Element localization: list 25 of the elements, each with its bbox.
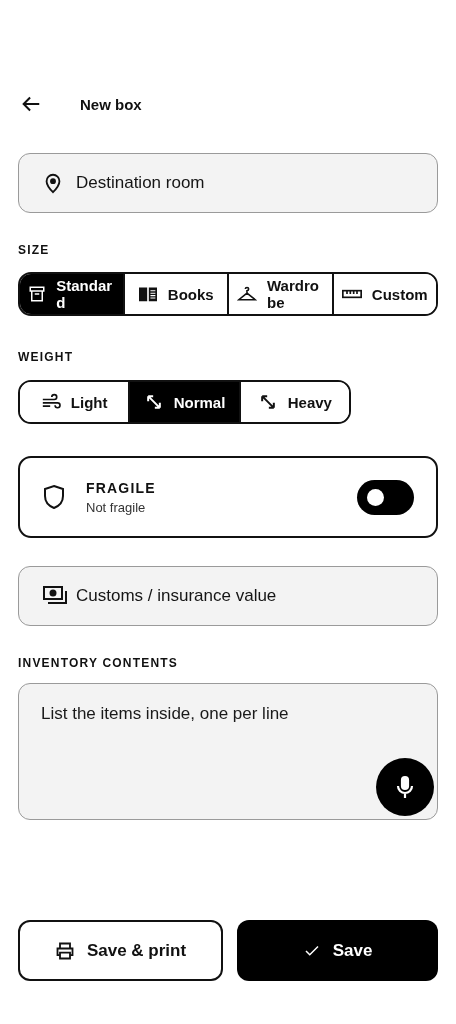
printer-icon [54,940,75,961]
wind-icon [40,393,61,411]
fragile-title: FRAGILE [86,479,157,496]
save-print-button[interactable]: Save & print [18,920,223,981]
section-label: SIZE [18,243,50,257]
section-label: INVENTORY CONTENTS [18,656,179,670]
hanger-icon [237,285,257,303]
weight-option[interactable]: Heavy [238,382,349,422]
ruler-icon [341,287,362,301]
save-button[interactable]: Save [237,920,438,981]
toggle-switch[interactable] [357,479,414,515]
section-label: WEIGHT [18,350,74,364]
weight-option[interactable]: Normal [128,382,239,422]
inventory-field[interactable]: List the items inside, one per line [18,683,438,820]
value-field[interactable]: Customs / insurance value [18,566,438,626]
archive-box-icon [28,285,47,303]
size-option[interactable]: Custom [331,274,436,314]
microphone-icon [395,775,415,799]
destination-field[interactable]: Destination room [18,153,438,213]
page-title: New box [80,95,142,113]
banknote-icon [42,585,68,607]
size-option[interactable]: Standard [20,274,123,314]
fragile-status: Not fragile [86,499,147,515]
book-icon [137,285,158,303]
shield-icon [42,484,66,510]
